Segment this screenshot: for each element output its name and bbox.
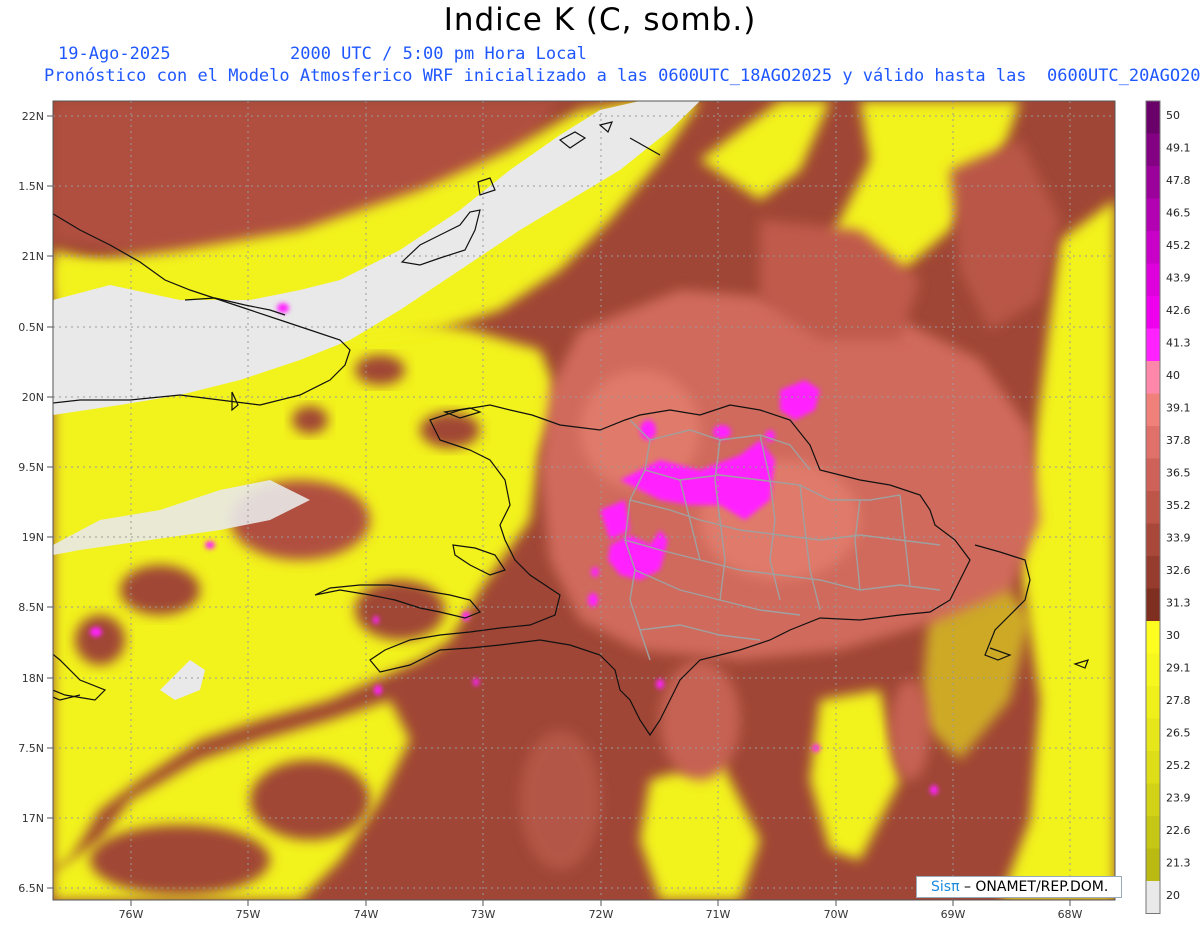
colorbar-swatch bbox=[1146, 198, 1160, 231]
lon-label: 72W bbox=[589, 908, 614, 921]
credit-brand: Sisπ bbox=[931, 879, 960, 895]
colorbar-swatch bbox=[1146, 296, 1160, 329]
lat-label: 6.5N bbox=[18, 882, 44, 895]
colorbar-label: 23.9 bbox=[1166, 791, 1191, 804]
lat-label: 22N bbox=[22, 110, 44, 123]
colorbar-swatch bbox=[1146, 523, 1160, 556]
colorbar-swatch bbox=[1146, 393, 1160, 426]
map-plot-area bbox=[53, 101, 1115, 900]
colorbar-swatch bbox=[1146, 426, 1160, 459]
credit-box: Sisπ – ONAMET/REP.DOM. bbox=[916, 876, 1122, 898]
lat-label: 18N bbox=[22, 672, 44, 685]
lat-label: 20N bbox=[22, 391, 44, 404]
lon-label: 75W bbox=[236, 908, 261, 921]
colorbar-swatch bbox=[1146, 231, 1160, 264]
colorbar-swatch bbox=[1146, 556, 1160, 589]
lat-labels: 22N 1.5N 21N 0.5N 20N 9.5N 19N 8.5N 18N … bbox=[18, 110, 44, 895]
colorbar-label: 20 bbox=[1166, 889, 1180, 902]
colorbar-label: 31.3 bbox=[1166, 596, 1191, 609]
map-figure: 76W 75W 74W 73W 72W 71W 70W 69W 68W 22N … bbox=[18, 100, 1191, 921]
colorbar-label: 46.5 bbox=[1166, 206, 1191, 219]
colorbar-swatch bbox=[1146, 621, 1160, 654]
colorbar-swatch bbox=[1146, 166, 1160, 199]
lat-label: 17N bbox=[22, 812, 44, 825]
lat-label: 21N bbox=[22, 250, 44, 263]
colorbar-label: 50 bbox=[1166, 109, 1180, 122]
colorbar: 50 49.1 47.8 46.5 45.2 43.9 42.6 41.3 40 39.1 37.8… bbox=[1145, 100, 1191, 914]
colorbar-label: 33.9 bbox=[1166, 531, 1191, 544]
lon-label: 73W bbox=[471, 908, 496, 921]
colorbar-label: 35.2 bbox=[1166, 499, 1191, 512]
colorbar-label: 49.1 bbox=[1166, 141, 1191, 154]
lon-label: 69W bbox=[941, 908, 966, 921]
colorbar-swatch bbox=[1146, 101, 1160, 134]
lon-label: 76W bbox=[119, 908, 144, 921]
colorbar-label: 43.9 bbox=[1166, 271, 1191, 284]
lat-label: 9.5N bbox=[18, 461, 44, 474]
lat-label: 19N bbox=[22, 531, 44, 544]
colorbar-label: 29.1 bbox=[1166, 661, 1191, 674]
colorbar-swatch bbox=[1146, 458, 1160, 491]
lat-label: 7.5N bbox=[18, 742, 44, 755]
colorbar-swatch bbox=[1146, 881, 1160, 914]
colorbar-swatch bbox=[1146, 718, 1160, 751]
colorbar-label: 26.5 bbox=[1166, 726, 1191, 739]
colorbar-label: 41.3 bbox=[1166, 336, 1191, 349]
lat-label: 0.5N bbox=[18, 321, 44, 334]
colorbar-label: 27.8 bbox=[1166, 694, 1191, 707]
colorbar-swatch bbox=[1146, 783, 1160, 816]
colorbar-swatch bbox=[1146, 328, 1160, 361]
colorbar-label: 45.2 bbox=[1166, 239, 1191, 252]
colorbar-swatch bbox=[1146, 686, 1160, 719]
credit-org: – ONAMET/REP.DOM. bbox=[959, 879, 1109, 895]
colorbar-label: 36.5 bbox=[1166, 466, 1191, 479]
colorbar-label: 25.2 bbox=[1166, 759, 1191, 772]
lat-label: 8.5N bbox=[18, 601, 44, 614]
lon-label: 74W bbox=[354, 908, 379, 921]
colorbar-label: 32.6 bbox=[1166, 564, 1191, 577]
lon-label: 71W bbox=[706, 908, 731, 921]
colorbar-swatch bbox=[1146, 263, 1160, 296]
lon-label: 70W bbox=[824, 908, 849, 921]
colorbar-swatch bbox=[1146, 133, 1160, 166]
colorbar-label: 30 bbox=[1166, 629, 1180, 642]
colorbar-label: 42.6 bbox=[1166, 304, 1191, 317]
colorbar-swatch bbox=[1146, 361, 1160, 394]
lat-label: 1.5N bbox=[18, 180, 44, 193]
colorbar-label: 37.8 bbox=[1166, 434, 1191, 447]
colorbar-label: 22.6 bbox=[1166, 824, 1191, 837]
colorbar-label: 39.1 bbox=[1166, 401, 1191, 414]
colorbar-swatch bbox=[1146, 751, 1160, 784]
lon-label: 68W bbox=[1058, 908, 1083, 921]
colorbar-swatch bbox=[1146, 848, 1160, 881]
colorbar-swatch bbox=[1146, 653, 1160, 686]
colorbar-label: 47.8 bbox=[1166, 174, 1191, 187]
colorbar-swatch bbox=[1146, 588, 1160, 621]
colorbar-swatch bbox=[1146, 491, 1160, 524]
colorbar-label: 40 bbox=[1166, 369, 1180, 382]
colorbar-label: 21.3 bbox=[1166, 856, 1191, 869]
lon-labels: 76W 75W 74W 73W 72W 71W 70W 69W 68W bbox=[119, 908, 1083, 921]
colorbar-swatch bbox=[1146, 816, 1160, 849]
